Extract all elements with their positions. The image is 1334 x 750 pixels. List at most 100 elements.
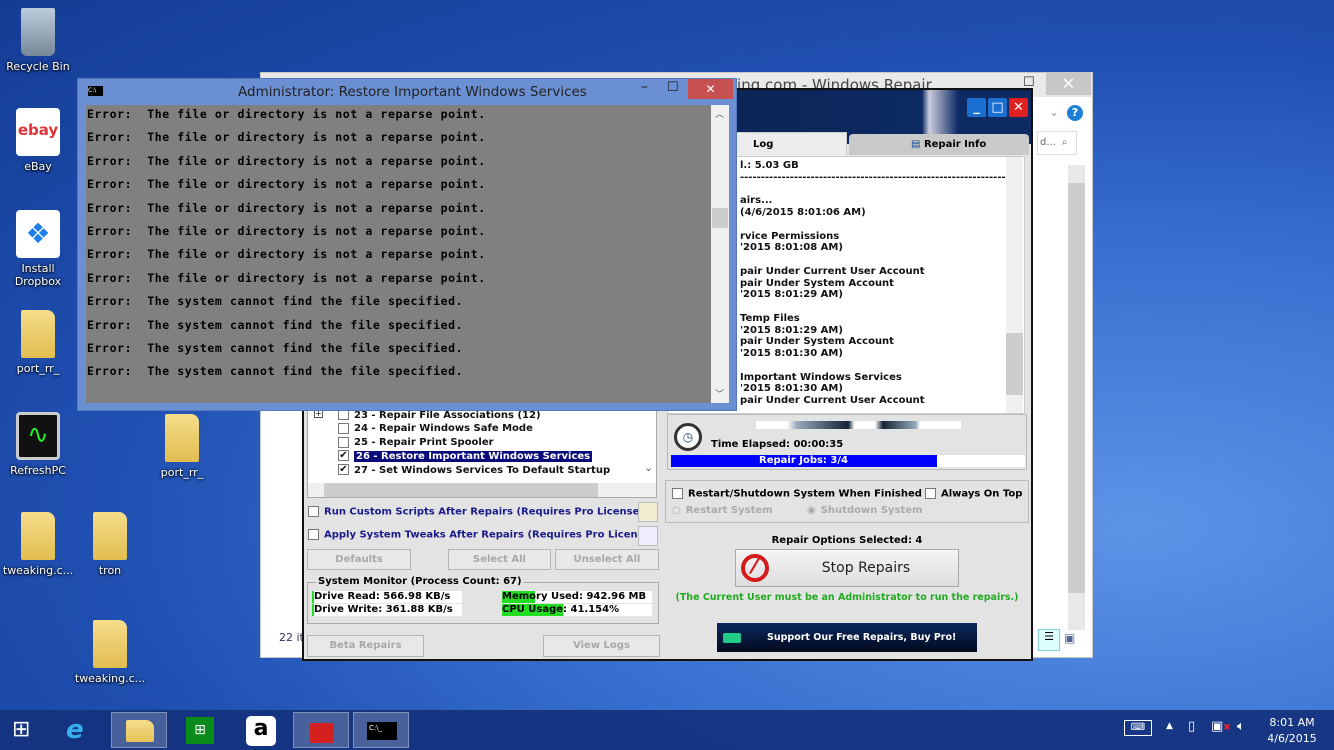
always-on-top-checkbox[interactable]: Always On Top	[925, 488, 1022, 500]
checkbox[interactable]: ✔	[338, 450, 349, 462]
desktop-icon[interactable]: tweaking.c...	[72, 620, 148, 685]
desktop-icon[interactable]: port_rr_	[0, 310, 76, 375]
tab-log[interactable]: Log	[732, 132, 847, 156]
checkbox[interactable]	[338, 422, 349, 434]
log-line: pair Under Current User Account	[740, 265, 925, 277]
checkbox[interactable]: ✔	[338, 464, 349, 475]
tree-item[interactable]: 25 - Repair Print Spooler	[338, 436, 494, 449]
stop-repairs-button[interactable]: ⁄ Stop Repairs	[735, 549, 959, 587]
unselect-all-button[interactable]: Unselect All	[555, 549, 659, 570]
tab-log-label: Log	[753, 139, 774, 150]
horizontal-scrollbar[interactable]	[308, 483, 656, 497]
desktop-icon[interactable]: tron	[72, 512, 148, 577]
support-label: Support Our Free Repairs, Buy Pro!	[767, 632, 957, 643]
power-icon[interactable]: ▯	[1188, 719, 1195, 734]
tree-item[interactable]: ✔ 26 - Restore Important Windows Services	[338, 450, 593, 463]
checkbox[interactable]	[338, 436, 349, 448]
restart-system-radio[interactable]: ○ Restart System	[672, 505, 773, 516]
scroll-down-icon[interactable]: ⌄	[644, 461, 653, 474]
zip-folder-icon	[93, 620, 127, 668]
volume-icon[interactable]: 🔈︎	[1237, 719, 1245, 734]
tab-repair-info-label: Repair Info	[923, 139, 987, 150]
log-scrollbar[interactable]	[1006, 157, 1023, 413]
shutdown-system-radio[interactable]: ◉ Shutdown System	[807, 505, 922, 516]
log-line: pair Under System Account	[740, 277, 894, 289]
network-icon[interactable]: ▣✖	[1211, 719, 1231, 734]
log-line: rvice Permissions	[740, 230, 840, 242]
minimize-button[interactable]: _	[967, 98, 986, 117]
minimize-button[interactable]: –	[641, 79, 648, 95]
restart-shutdown-checkbox[interactable]: Restart/Shutdown System When Finished	[672, 488, 922, 500]
cmd-line: Error: The file or directory is not a re…	[87, 247, 486, 262]
desktop-icon[interactable]: tweaking.c...	[0, 512, 76, 577]
maximize-button[interactable]: □	[988, 98, 1007, 117]
cmd-line: Error: The system cannot find the file s…	[87, 364, 464, 379]
show-hidden-icons[interactable]: ▲	[1166, 721, 1173, 731]
apply-tweaks-label: Apply System Tweaks After Repairs (Requi…	[324, 529, 655, 541]
taskbar-amazon[interactable]: a	[233, 712, 289, 748]
tree-item-label: 25 - Repair Print Spooler	[354, 437, 494, 449]
tree-item[interactable]: ✔ 27 - Set Windows Services To Default St…	[338, 464, 610, 477]
log-line: Important Windows Services	[740, 371, 902, 383]
chevron-down-icon[interactable]: ⌄	[1049, 105, 1059, 119]
command-prompt-icon: C:\_	[367, 722, 397, 740]
taskbar-store[interactable]: ⊞	[172, 712, 228, 748]
admin-note: (The Current User must be an Administrat…	[675, 592, 1019, 603]
cmd-line: Error: The file or directory is not a re…	[87, 270, 486, 285]
start-button[interactable]: ⊞	[0, 712, 56, 748]
view-logs-button[interactable]: View Logs	[543, 635, 660, 657]
folder-icon	[21, 512, 55, 560]
clock[interactable]: 8:01 AM 4/6/2015	[1262, 715, 1322, 747]
internet-explorer-icon: e	[66, 715, 84, 745]
maximize-button[interactable]: ☐	[667, 80, 679, 95]
clock-time: 8:01 AM	[1269, 716, 1315, 729]
stop-repairs-label: Stop Repairs	[821, 560, 911, 576]
recycle-bin-icon	[21, 8, 55, 56]
defaults-button[interactable]: Defaults	[307, 549, 411, 570]
apply-tweaks-checkbox[interactable]: Apply System Tweaks After Repairs (Requi…	[308, 529, 655, 541]
log-line: pair Under Current User Account	[740, 395, 925, 406]
tiles-view-icon[interactable]: ▣	[1064, 631, 1075, 645]
support-banner[interactable]: Support Our Free Repairs, Buy Pro!	[717, 623, 977, 652]
taskbar-windows-repair[interactable]	[293, 712, 349, 748]
cmd-title: Administrator: Restore Important Windows…	[238, 84, 587, 100]
run-custom-scripts-checkbox[interactable]: Run Custom Scripts After Repairs (Requir…	[308, 506, 644, 518]
command-prompt-window: C:\ Administrator: Restore Important Win…	[77, 78, 737, 411]
tweaks-icon[interactable]	[638, 526, 658, 546]
taskbar-command-prompt[interactable]: C:\_	[353, 712, 409, 748]
select-all-button[interactable]: Select All	[448, 549, 551, 570]
close-icon[interactable]: ✕	[1046, 73, 1091, 95]
tree-item[interactable]: 24 - Repair Windows Safe Mode	[338, 422, 533, 435]
taskbar-file-explorer[interactable]	[111, 712, 167, 748]
cmd-scrollbar[interactable]: ︿ ﹀	[711, 105, 729, 403]
cmd-line: Error: The file or directory is not a re…	[87, 177, 486, 192]
desktop-icon-label: Install Dropbox	[14, 262, 62, 288]
cmd-line: Error: The system cannot find the file s…	[87, 294, 464, 309]
repair-info-icon: ▤	[911, 139, 924, 150]
cmd-output: Error: The file or directory is not a re…	[86, 105, 711, 403]
details-view-icon[interactable]: ☰	[1038, 629, 1060, 651]
search-input[interactable]: d... ⌕	[1037, 131, 1077, 155]
tree-item-label: 27 - Set Windows Services To Default Sta…	[354, 464, 611, 476]
help-icon[interactable]: ?	[1067, 105, 1083, 121]
scripts-icon[interactable]	[638, 502, 658, 522]
log-line: '2015 8:01:30 AM)	[740, 383, 843, 395]
taskbar-ie[interactable]: e	[52, 712, 108, 748]
desktop-icon[interactable]: ∿ RefreshPC	[0, 412, 76, 477]
keyboard-icon[interactable]: ⌨	[1124, 720, 1152, 736]
log-line: '2015 8:01:29 AM)	[740, 289, 843, 301]
cmd-line: Error: The system cannot find the file s…	[87, 341, 464, 355]
explorer-scrollbar[interactable]	[1068, 165, 1085, 630]
close-button[interactable]: ✕	[688, 79, 733, 99]
desktop-icon[interactable]: ebay eBay	[0, 108, 76, 173]
beta-repairs-button[interactable]: Beta Repairs	[307, 635, 424, 657]
search-placeholder: d...	[1040, 137, 1056, 148]
tree-item-label: 26 - Restore Important Windows Services	[354, 450, 593, 462]
amazon-icon: a	[246, 716, 276, 746]
shutdown-system-label: Shutdown System	[820, 505, 923, 516]
desktop-icon[interactable]: Recycle Bin	[0, 8, 76, 73]
tab-repair-info[interactable]: ▤ Repair Info	[849, 134, 1029, 155]
desktop-icon[interactable]: port_rr_	[144, 414, 220, 479]
close-button[interactable]: ✕	[1009, 98, 1028, 117]
desktop-icon[interactable]: ❖ Install Dropbox	[0, 210, 76, 288]
